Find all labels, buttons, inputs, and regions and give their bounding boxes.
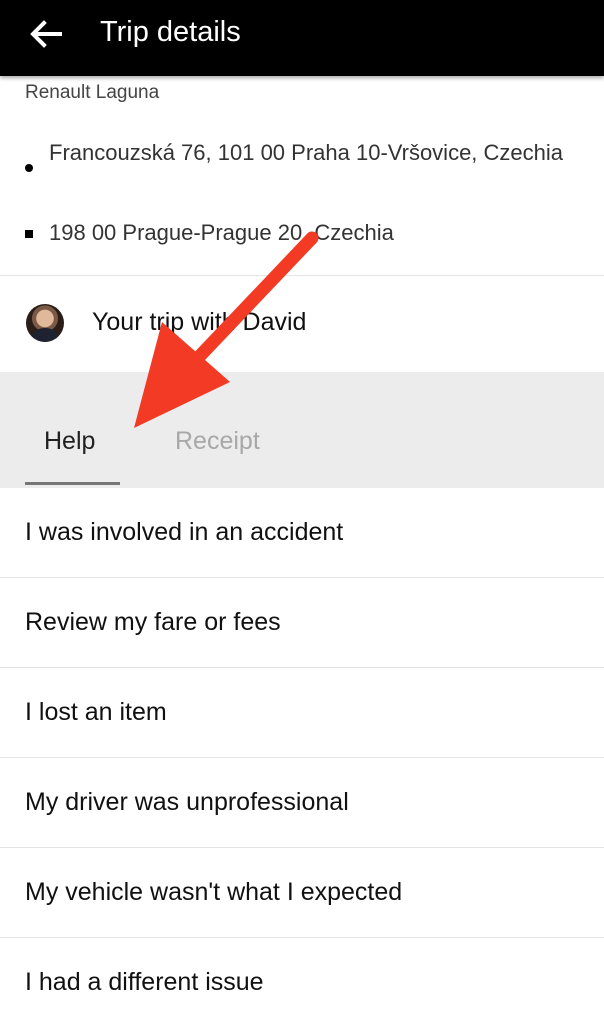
driver-trip-row[interactable]: Your trip with David <box>0 276 604 372</box>
help-topics-list: I was involved in an accident Review my … <box>0 488 604 1027</box>
driver-avatar <box>26 304 64 342</box>
tab-bar: Help Receipt <box>0 372 604 488</box>
tab-receipt[interactable]: Receipt <box>175 424 260 458</box>
list-item-label: Review my fare or fees <box>25 608 281 636</box>
help-item-vehicle[interactable]: My vehicle wasn't what I expected <box>0 848 604 938</box>
list-item-label: I was involved in an accident <box>25 518 344 546</box>
list-item-label: I lost an item <box>25 698 167 726</box>
help-item-other[interactable]: I had a different issue <box>0 938 604 1027</box>
list-item-label: My vehicle wasn't what I expected <box>25 878 403 906</box>
active-tab-indicator <box>25 482 120 485</box>
list-item-label: I had a different issue <box>25 968 264 996</box>
page-title: Trip details <box>100 16 241 48</box>
dropoff-square-icon <box>25 230 33 238</box>
pickup-address: Francouzská 76, 101 00 Praha 10-Vršovice… <box>49 140 564 165</box>
app-bar: Trip details <box>0 0 604 76</box>
back-button[interactable] <box>26 14 66 54</box>
help-item-fare[interactable]: Review my fare or fees <box>0 578 604 668</box>
tab-help[interactable]: Help <box>44 424 95 458</box>
list-item-label: My driver was unprofessional <box>25 788 349 816</box>
help-item-driver[interactable]: My driver was unprofessional <box>0 758 604 848</box>
pickup-dot-icon <box>25 164 33 172</box>
driver-trip-label: Your trip with David <box>92 308 307 336</box>
help-item-lost-item[interactable]: I lost an item <box>0 668 604 758</box>
back-arrow-icon <box>30 20 62 48</box>
help-item-accident[interactable]: I was involved in an accident <box>0 488 604 578</box>
dropoff-address: 198 00 Prague-Prague 20, Czechia <box>49 220 394 245</box>
vehicle-name: Renault Laguna <box>25 82 160 103</box>
